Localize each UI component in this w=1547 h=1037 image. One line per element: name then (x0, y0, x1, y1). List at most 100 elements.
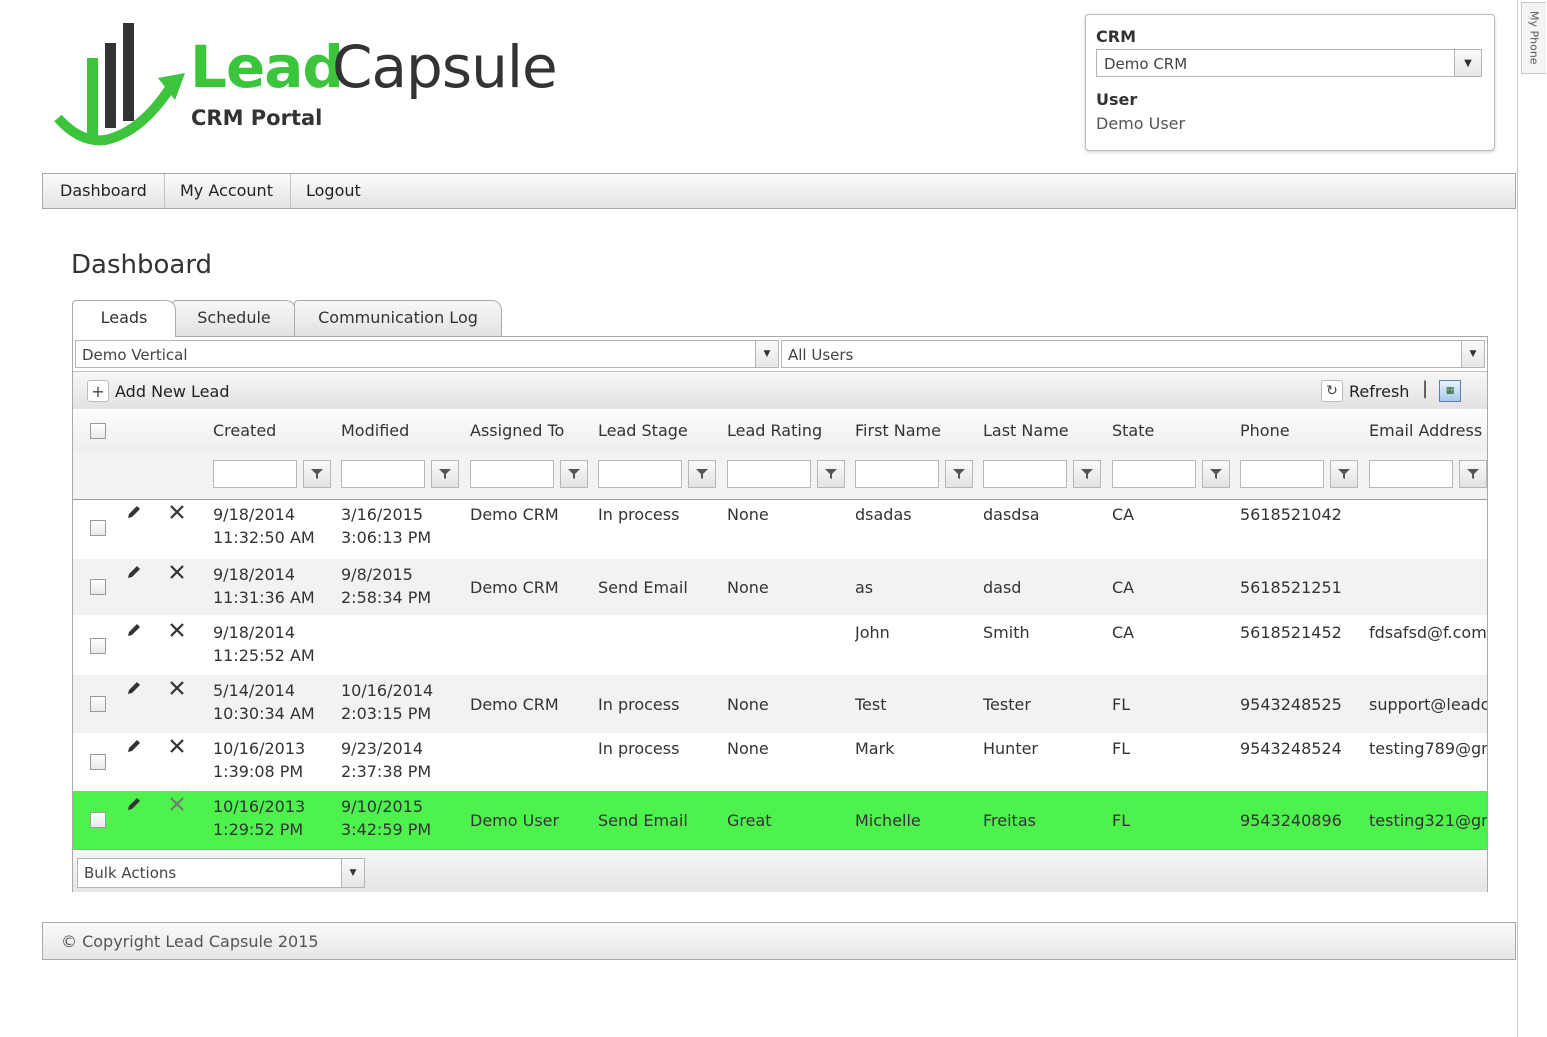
table-row[interactable]: 9/18/2014 11:31:36 AM 9/8/2015 2:58:34 PM De… (73, 559, 1487, 615)
col-created[interactable]: Created (213, 421, 276, 440)
cell-line: 2:58:34 PM (341, 588, 432, 607)
add-new-lead-button[interactable]: + Add New Lead (87, 378, 229, 404)
table-row[interactable]: 9/18/2014 11:25:52 AM John Smith CA 561852145… (73, 617, 1487, 675)
delete-x-icon[interactable] (168, 737, 186, 755)
filter-input-modified[interactable] (341, 460, 425, 488)
refresh-button[interactable]: ↻ Refresh (1321, 378, 1409, 404)
cell-lead-stage: Send Email (598, 811, 688, 830)
table-row[interactable]: 5/14/2014 10:30:34 AM 10/16/2014 2:03:15 PM… (73, 675, 1487, 733)
tab-schedule[interactable]: Schedule (172, 300, 296, 336)
delete-x-icon[interactable] (168, 563, 186, 581)
bulk-actions-select[interactable]: Bulk Actions ▼ (77, 858, 365, 888)
filter-input-state[interactable] (1112, 460, 1196, 488)
cell-created: 9/18/2014 11:31:36 AM (213, 563, 337, 609)
vertical-select[interactable]: Demo Vertical ▼ (75, 340, 779, 368)
delete-x-icon[interactable] (168, 679, 186, 697)
row-checkbox[interactable] (90, 696, 106, 712)
delete-x-icon[interactable] (168, 795, 186, 813)
col-modified[interactable]: Modified (341, 421, 409, 440)
col-email-address[interactable]: Email Address (1369, 421, 1482, 440)
row-checkbox[interactable] (90, 638, 106, 654)
filter-input-last-name[interactable] (983, 460, 1067, 488)
row-checkbox[interactable] (90, 579, 106, 595)
filter-icon[interactable] (1330, 460, 1358, 488)
nav-dashboard[interactable]: Dashboard (43, 174, 165, 208)
cell-line: 10/16/2014 (341, 681, 434, 700)
cell-line: 9/10/2015 (341, 797, 424, 816)
col-lead-rating[interactable]: Lead Rating (727, 421, 822, 440)
cell-lead-stage: In process (598, 695, 680, 714)
delete-x-icon[interactable] (168, 503, 186, 521)
page-footer: © Copyright Lead Capsule 2015 (42, 922, 1516, 960)
filter-input-first-name[interactable] (855, 460, 939, 488)
cell-lead-rating: None (727, 578, 769, 597)
table-row[interactable]: 10/16/2013 1:29:52 PM 9/10/2015 3:42:59 PM D… (73, 791, 1487, 849)
filter-input-created[interactable] (213, 460, 297, 488)
crm-select[interactable]: Demo CRM ▼ (1096, 49, 1482, 77)
cell-lead-rating: None (727, 505, 769, 524)
chevron-down-icon[interactable]: ▼ (341, 859, 364, 887)
nav-logout[interactable]: Logout (289, 174, 378, 208)
chevron-down-icon[interactable]: ▼ (1454, 50, 1481, 76)
cell-first-name: Test (855, 695, 887, 714)
delete-x-icon[interactable] (168, 621, 186, 639)
col-lead-stage[interactable]: Lead Stage (598, 421, 688, 440)
cell-first-name: dsadas (855, 505, 912, 524)
edit-pencil-icon[interactable] (125, 737, 143, 755)
cell-first-name: as (855, 578, 874, 597)
chevron-down-icon[interactable]: ▼ (755, 341, 778, 367)
filter-icon[interactable] (560, 460, 588, 488)
filter-icon[interactable] (817, 460, 845, 488)
my-phone-tab[interactable]: My Phone (1521, 2, 1546, 74)
chevron-down-icon[interactable]: ▼ (1461, 341, 1484, 367)
cell-phone: 5618521452 (1240, 623, 1342, 642)
tab-leads[interactable]: Leads (72, 300, 176, 337)
select-all-checkbox[interactable] (90, 423, 106, 439)
user-label: User (1096, 90, 1138, 109)
filter-icon[interactable] (688, 460, 716, 488)
cell-state: FL (1112, 811, 1131, 830)
cell-line: 3:42:59 PM (341, 820, 432, 839)
filter-input-phone[interactable] (1240, 460, 1324, 488)
cell-line: 10/16/2013 (213, 797, 306, 816)
cell-line: 5/14/2014 (213, 681, 296, 700)
filter-icon[interactable] (1073, 460, 1101, 488)
table-row[interactable]: 9/18/2014 11:32:50 AM 3/16/2015 3:06:13 PM D… (73, 499, 1487, 557)
edit-pencil-icon[interactable] (125, 563, 143, 581)
col-phone[interactable]: Phone (1240, 421, 1290, 440)
edit-pencil-icon[interactable] (125, 621, 143, 639)
filter-icon[interactable] (303, 460, 331, 488)
edit-pencil-icon[interactable] (125, 503, 143, 521)
row-checkbox[interactable] (90, 520, 106, 536)
filter-input-email-address[interactable] (1369, 460, 1453, 488)
row-checkbox[interactable] (90, 754, 106, 770)
filter-icon[interactable] (431, 460, 459, 488)
users-select[interactable]: All Users ▼ (781, 340, 1485, 368)
cell-phone: 5618521251 (1240, 578, 1342, 597)
col-state[interactable]: State (1112, 421, 1154, 440)
filter-input-lead-stage[interactable] (598, 460, 682, 488)
filter-input-lead-rating[interactable] (727, 460, 811, 488)
cell-modified: 9/10/2015 3:42:59 PM (341, 795, 465, 841)
col-assigned-to[interactable]: Assigned To (470, 421, 564, 440)
cell-line: 9/18/2014 (213, 505, 296, 524)
tab-communication-log[interactable]: Communication Log (294, 300, 502, 336)
cell-line: 9/8/2015 (341, 565, 413, 584)
cell-first-name: John (855, 623, 890, 642)
table-row[interactable]: 10/16/2013 1:39:08 PM 9/23/2014 2:37:38 PM I… (73, 733, 1487, 791)
edit-pencil-icon[interactable] (125, 795, 143, 813)
nav-my-account[interactable]: My Account (163, 174, 291, 208)
right-side-strip (1517, 0, 1547, 1037)
filter-input-assigned-to[interactable] (470, 460, 554, 488)
filter-icon[interactable] (945, 460, 973, 488)
filter-icon[interactable] (1459, 460, 1487, 488)
cell-line: 9/18/2014 (213, 623, 296, 642)
col-last-name[interactable]: Last Name (983, 421, 1069, 440)
edit-pencil-icon[interactable] (125, 679, 143, 697)
col-first-name[interactable]: First Name (855, 421, 941, 440)
row-checkbox[interactable] (90, 812, 106, 828)
export-csv-icon[interactable]: ▦ (1439, 380, 1461, 402)
cell-line: 1:29:52 PM (213, 820, 304, 839)
filter-icon[interactable] (1202, 460, 1230, 488)
crm-select-value: Demo CRM (1104, 55, 1188, 73)
